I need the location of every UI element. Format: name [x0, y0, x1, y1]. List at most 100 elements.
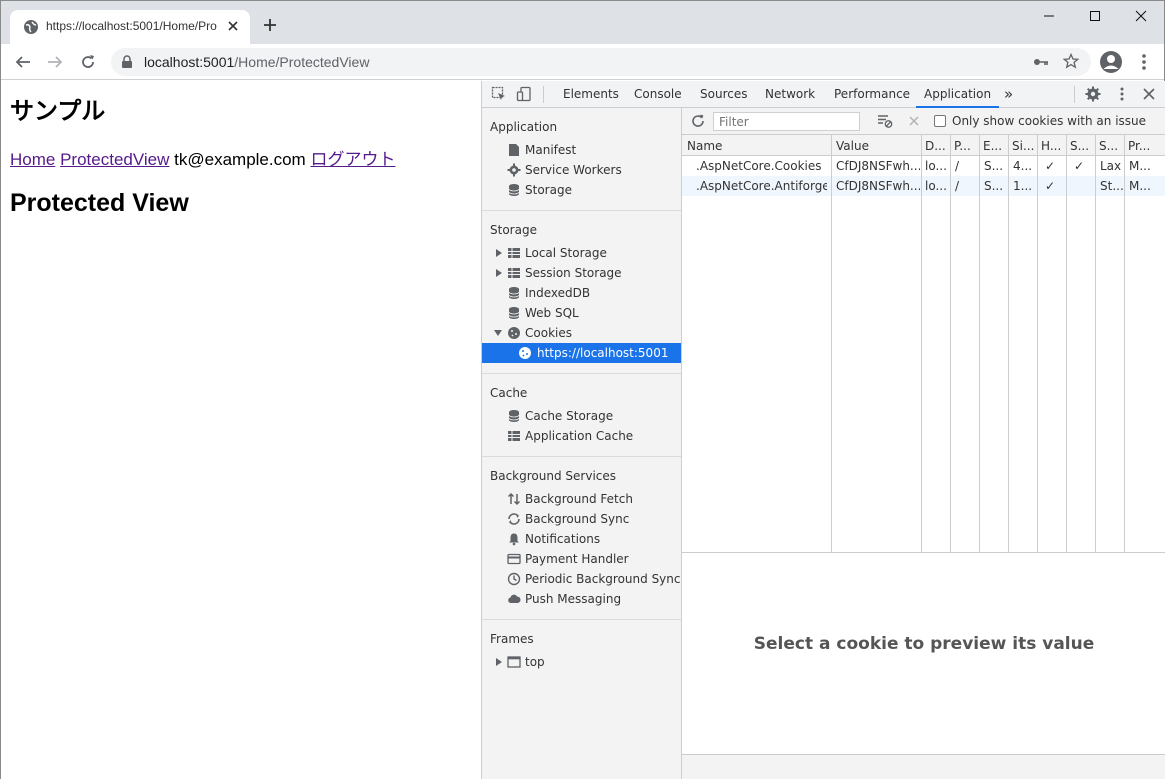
browser-window: https://localhost:5001/Home/Pro localhos…	[0, 0, 1165, 779]
column-header-value[interactable]: Value	[836, 139, 920, 153]
column-divider[interactable]	[1037, 135, 1038, 552]
gear-icon	[507, 163, 521, 177]
reload-button[interactable]	[76, 50, 100, 74]
page-content: サンプル Home ProtectedView tk@example.com ロ…	[1, 81, 481, 779]
filter-input[interactable]	[713, 112, 860, 131]
column-header-secure[interactable]: S...	[1070, 139, 1096, 153]
only-issues-checkbox[interactable]	[934, 115, 946, 127]
chrome-menu-icon[interactable]	[1134, 52, 1154, 72]
logout-link[interactable]: ログアウト	[310, 150, 395, 169]
reload-icon	[82, 55, 94, 68]
column-divider[interactable]	[950, 135, 951, 552]
tab-console[interactable]: Console	[634, 81, 682, 108]
sidebar-item-application-cache[interactable]: Application Cache	[482, 426, 681, 446]
tab-application[interactable]: Application	[915, 81, 1000, 108]
tabbar-separator	[543, 86, 544, 103]
cookies-toolbar: Only show cookies with an issue	[682, 108, 1165, 135]
forward-button[interactable]	[43, 50, 67, 74]
column-header-domain[interactable]: D...	[925, 139, 951, 153]
expand-arrow-icon[interactable]	[495, 249, 503, 257]
section-title-application: Application	[490, 120, 558, 134]
home-link[interactable]: Home	[10, 150, 55, 169]
protected-view-link[interactable]: ProtectedView	[60, 150, 169, 169]
column-header-expires[interactable]: E...	[983, 139, 1009, 153]
customize-menu-icon[interactable]	[1114, 86, 1130, 102]
sidebar-item-notifications[interactable]: Notifications	[482, 529, 681, 549]
lock-icon	[122, 55, 132, 68]
sidebar-item-payment-handler[interactable]: Payment Handler	[482, 549, 681, 569]
expand-arrow-icon[interactable]	[495, 658, 503, 666]
database-icon	[508, 410, 520, 422]
clock-icon	[507, 572, 521, 586]
key-icon[interactable]	[1033, 55, 1049, 69]
close-devtools-icon[interactable]	[1141, 86, 1157, 102]
database-icon	[508, 287, 520, 299]
sidebar-item-background-sync[interactable]: Background Sync	[482, 509, 681, 529]
sidebar-item-frame-top[interactable]: top	[482, 652, 681, 672]
close-icon	[1135, 10, 1147, 22]
star-icon[interactable]	[1063, 53, 1079, 69]
column-header-name[interactable]: Name	[687, 139, 827, 153]
column-header-samesite[interactable]: S...	[1099, 139, 1125, 153]
back-button[interactable]	[11, 50, 35, 74]
sidebar-item-session-storage[interactable]: Session Storage	[482, 263, 681, 283]
sidebar-item-web-sql[interactable]: Web SQL	[482, 303, 681, 323]
column-divider[interactable]	[1124, 135, 1125, 552]
arrow-right-icon	[48, 56, 63, 68]
sidebar-item-cookie-origin[interactable]: https://localhost:5001	[482, 343, 681, 363]
tab-strip: https://localhost:5001/Home/Pro	[1, 1, 1164, 44]
column-header-priority[interactable]: Pr...	[1128, 139, 1162, 153]
sidebar-item-local-storage[interactable]: Local Storage	[482, 243, 681, 263]
maximize-button[interactable]	[1072, 1, 1118, 31]
preview-message: Select a cookie to preview its value	[753, 634, 1095, 654]
section-title-background-services: Background Services	[490, 469, 617, 483]
new-tab-icon[interactable]	[262, 17, 278, 33]
profile-avatar-icon[interactable]	[1099, 50, 1123, 74]
column-header-size[interactable]: Si...	[1012, 139, 1038, 153]
more-tabs-icon[interactable]: »	[1004, 81, 1013, 108]
column-divider[interactable]	[921, 135, 922, 552]
sidebar-item-cookies[interactable]: Cookies	[482, 323, 681, 343]
sidebar-item-periodic-background-sync[interactable]: Periodic Background Sync	[482, 569, 681, 589]
close-tab-icon[interactable]	[226, 19, 240, 33]
close-window-button[interactable]	[1118, 1, 1164, 31]
database-icon	[508, 184, 520, 196]
sidebar-item-background-fetch[interactable]: Background Fetch	[482, 489, 681, 509]
clear-filtered-cookies-icon[interactable]	[877, 114, 893, 128]
sidebar-item-service-workers[interactable]: Service Workers	[482, 160, 681, 180]
tab-performance[interactable]: Performance	[834, 81, 910, 108]
application-sidebar: Application Manifest Service Workers Sto…	[482, 108, 682, 779]
column-divider[interactable]	[1066, 135, 1067, 552]
inspect-element-icon[interactable]	[491, 86, 507, 102]
column-header-path[interactable]: P...	[954, 139, 980, 153]
only-issues-label: Only show cookies with an issue	[952, 114, 1147, 128]
minimize-icon	[1044, 15, 1054, 17]
cookies-table: Name Value D... P... E... Si... H... S..…	[682, 135, 1165, 553]
address-bar[interactable]: localhost:5001/Home/ProtectedView	[111, 48, 1091, 76]
sidebar-item-cache-storage[interactable]: Cache Storage	[482, 406, 681, 426]
table-row[interactable]: .AspNetCore.Cookies CfDJ8NSFwh... lo... …	[682, 156, 1165, 176]
tab-sources[interactable]: Sources	[700, 81, 747, 108]
column-header-httponly[interactable]: H...	[1041, 139, 1067, 153]
sidebar-item-manifest[interactable]: Manifest	[482, 140, 681, 160]
minimize-button[interactable]	[1026, 1, 1072, 31]
section-divider	[482, 456, 681, 457]
sidebar-item-indexeddb[interactable]: IndexedDB	[482, 283, 681, 303]
expand-arrow-icon[interactable]	[495, 269, 503, 277]
page-nav: Home ProtectedView tk@example.com ログアウト	[10, 145, 395, 170]
tab-elements[interactable]: Elements	[563, 81, 619, 108]
column-divider[interactable]	[1095, 135, 1096, 552]
collapse-arrow-icon[interactable]	[494, 329, 502, 337]
column-divider[interactable]	[831, 135, 832, 552]
browser-tab[interactable]: https://localhost:5001/Home/Pro	[10, 10, 250, 44]
sidebar-item-push-messaging[interactable]: Push Messaging	[482, 589, 681, 609]
gear-icon[interactable]	[1085, 86, 1101, 102]
column-divider[interactable]	[979, 135, 980, 552]
tab-network[interactable]: Network	[765, 81, 815, 108]
sidebar-item-storage[interactable]: Storage	[482, 180, 681, 200]
device-toolbar-icon[interactable]	[516, 86, 532, 102]
table-row[interactable]: .AspNetCore.Antiforge... CfDJ8NSFwh... l…	[682, 176, 1165, 196]
column-divider[interactable]	[1008, 135, 1009, 552]
delete-selected-icon[interactable]	[908, 115, 920, 127]
refresh-icon[interactable]	[691, 114, 705, 128]
